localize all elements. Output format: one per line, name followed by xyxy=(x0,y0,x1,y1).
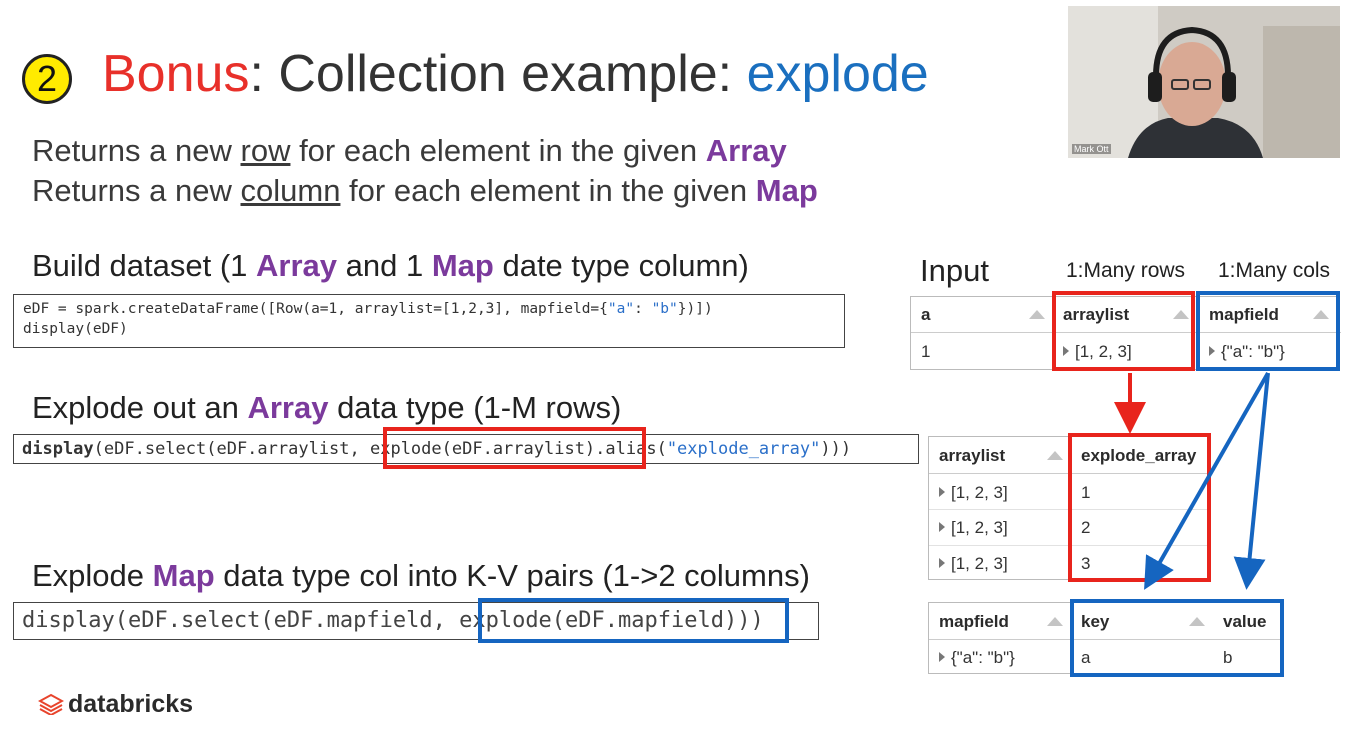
arrows-overlay xyxy=(1114,372,1270,590)
